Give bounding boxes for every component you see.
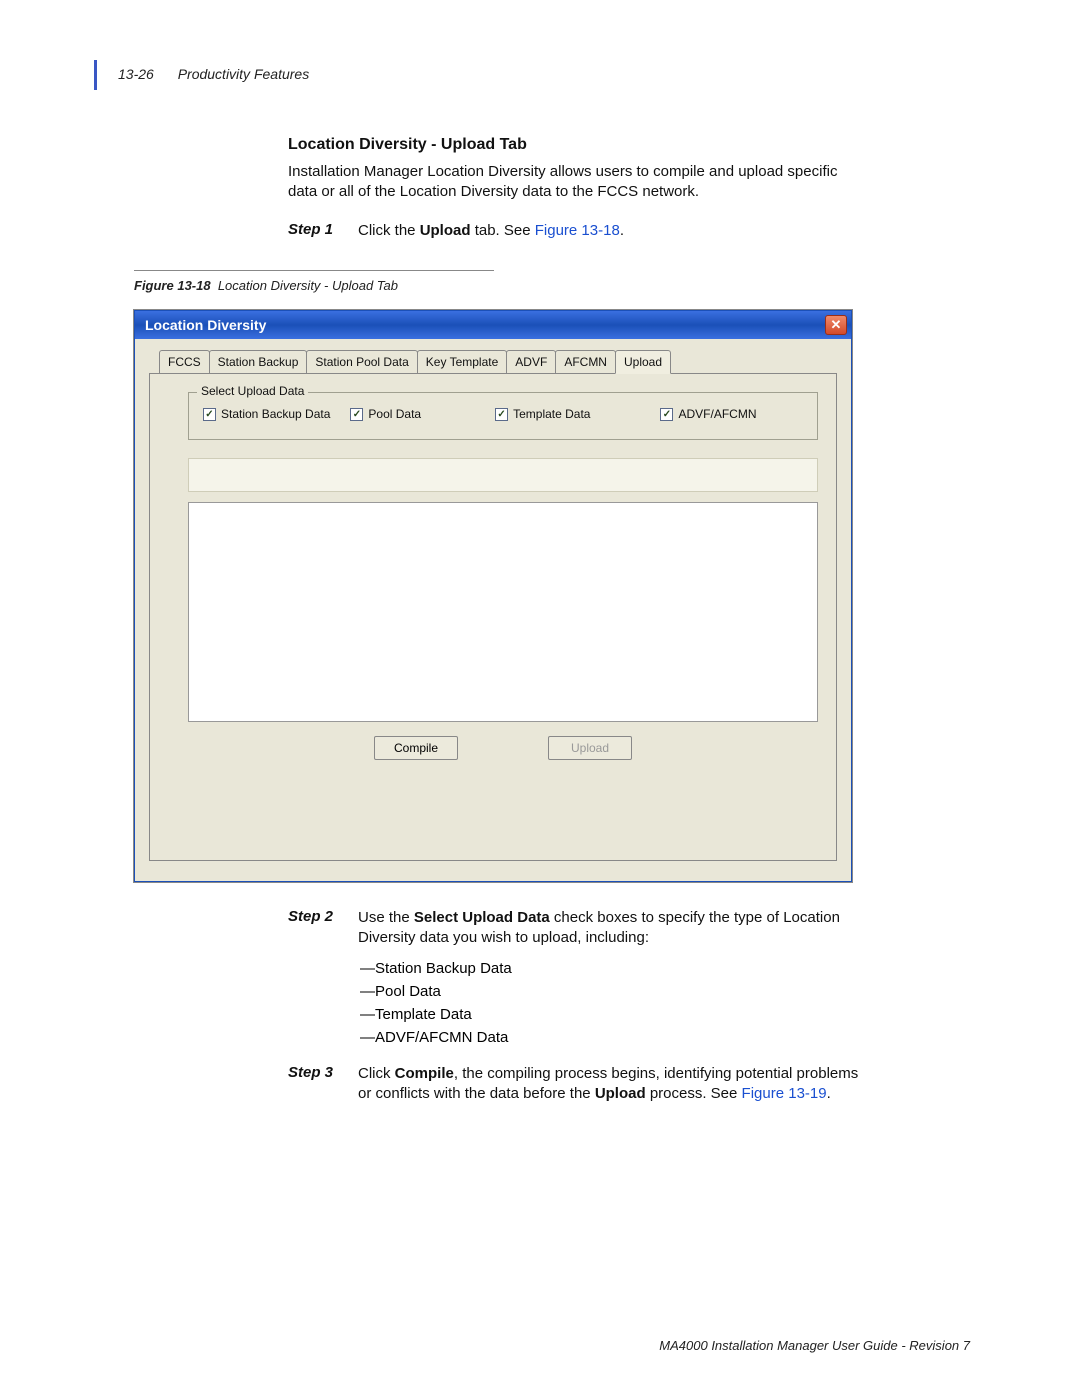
- step-2-label: Step 2: [288, 908, 344, 949]
- step-3-label: Step 3: [288, 1064, 344, 1105]
- close-button[interactable]: ✕: [825, 315, 847, 335]
- step-2-row: Step 2 Use the Select Upload Data check …: [288, 908, 864, 949]
- tab-station-backup[interactable]: Station Backup: [209, 350, 308, 373]
- step-2-body: Use the Select Upload Data check boxes t…: [358, 908, 864, 949]
- upload-tab-panel: Select Upload Data ✓ Station Backup Data…: [149, 373, 837, 861]
- footer: MA4000 Installation Manager User Guide -…: [659, 1338, 970, 1353]
- bullet-item: ADVF/AFCMN Data: [360, 1026, 864, 1049]
- tab-station-pool-data[interactable]: Station Pool Data: [306, 350, 417, 373]
- log-textarea[interactable]: [188, 502, 818, 722]
- step-3-body: Click Compile, the compiling process beg…: [358, 1064, 864, 1105]
- tab-upload[interactable]: Upload: [615, 350, 671, 374]
- tab-advf[interactable]: ADVF: [506, 350, 556, 373]
- step-2-bullets: Station Backup Data Pool Data Template D…: [360, 957, 864, 1050]
- section-title: Location Diversity - Upload Tab: [288, 136, 858, 154]
- page-number: 13-26: [118, 66, 154, 82]
- status-field: [188, 458, 818, 492]
- figure-ref-13-19[interactable]: Figure 13-19: [742, 1085, 827, 1102]
- titlebar: Location Diversity ✕: [135, 311, 851, 339]
- upload-button: Upload: [548, 736, 632, 760]
- bullet-item: Pool Data: [360, 980, 864, 1003]
- button-row: Compile Upload: [188, 736, 818, 760]
- check-icon: ✓: [203, 408, 216, 421]
- window-title: Location Diversity: [145, 317, 266, 333]
- tab-key-template[interactable]: Key Template: [417, 350, 508, 373]
- tab-strip: FCCS Station Backup Station Pool Data Ke…: [159, 349, 837, 373]
- step-1-label: Step 1: [288, 221, 344, 241]
- check-icon: ✓: [350, 408, 363, 421]
- checkbox-pool-data[interactable]: ✓ Pool Data: [350, 407, 421, 421]
- check-icon: ✓: [495, 408, 508, 421]
- select-upload-data-groupbox: Select Upload Data ✓ Station Backup Data…: [188, 392, 818, 440]
- intro-paragraph: Installation Manager Location Diversity …: [288, 162, 858, 203]
- header-side-rule: [94, 60, 97, 90]
- running-head: 13-26 Productivity Features: [118, 66, 309, 82]
- step-1-row: Step 1 Click the Upload tab. See Figure …: [288, 221, 858, 241]
- compile-button[interactable]: Compile: [374, 736, 458, 760]
- checkbox-template-data[interactable]: ✓ Template Data: [495, 407, 590, 421]
- figure-ref-13-18[interactable]: Figure 13-18: [535, 222, 620, 239]
- bullet-item: Template Data: [360, 1003, 864, 1026]
- groupbox-legend: Select Upload Data: [197, 384, 308, 398]
- check-icon: ✓: [660, 408, 673, 421]
- figure-caption: Figure 13-18 Location Diversity - Upload…: [134, 278, 398, 293]
- checkbox-advf-afcmn[interactable]: ✓ ADVF/AFCMN: [660, 407, 756, 421]
- close-icon: ✕: [831, 317, 842, 333]
- running-head-section: Productivity Features: [178, 66, 310, 82]
- location-diversity-window: Location Diversity ✕ FCCS Station Backup…: [134, 310, 852, 882]
- step-1-body: Click the Upload tab. See Figure 13-18.: [358, 221, 858, 241]
- step-3-row: Step 3 Click Compile, the compiling proc…: [288, 1064, 864, 1105]
- figure-divider: [134, 270, 494, 271]
- window-body: FCCS Station Backup Station Pool Data Ke…: [135, 339, 851, 881]
- checkbox-station-backup-data[interactable]: ✓ Station Backup Data: [203, 407, 330, 421]
- tab-fccs[interactable]: FCCS: [159, 350, 210, 373]
- tab-afcmn[interactable]: AFCMN: [555, 350, 616, 373]
- checkbox-row: ✓ Station Backup Data ✓ Pool Data ✓ Temp…: [203, 407, 803, 421]
- bullet-item: Station Backup Data: [360, 957, 864, 980]
